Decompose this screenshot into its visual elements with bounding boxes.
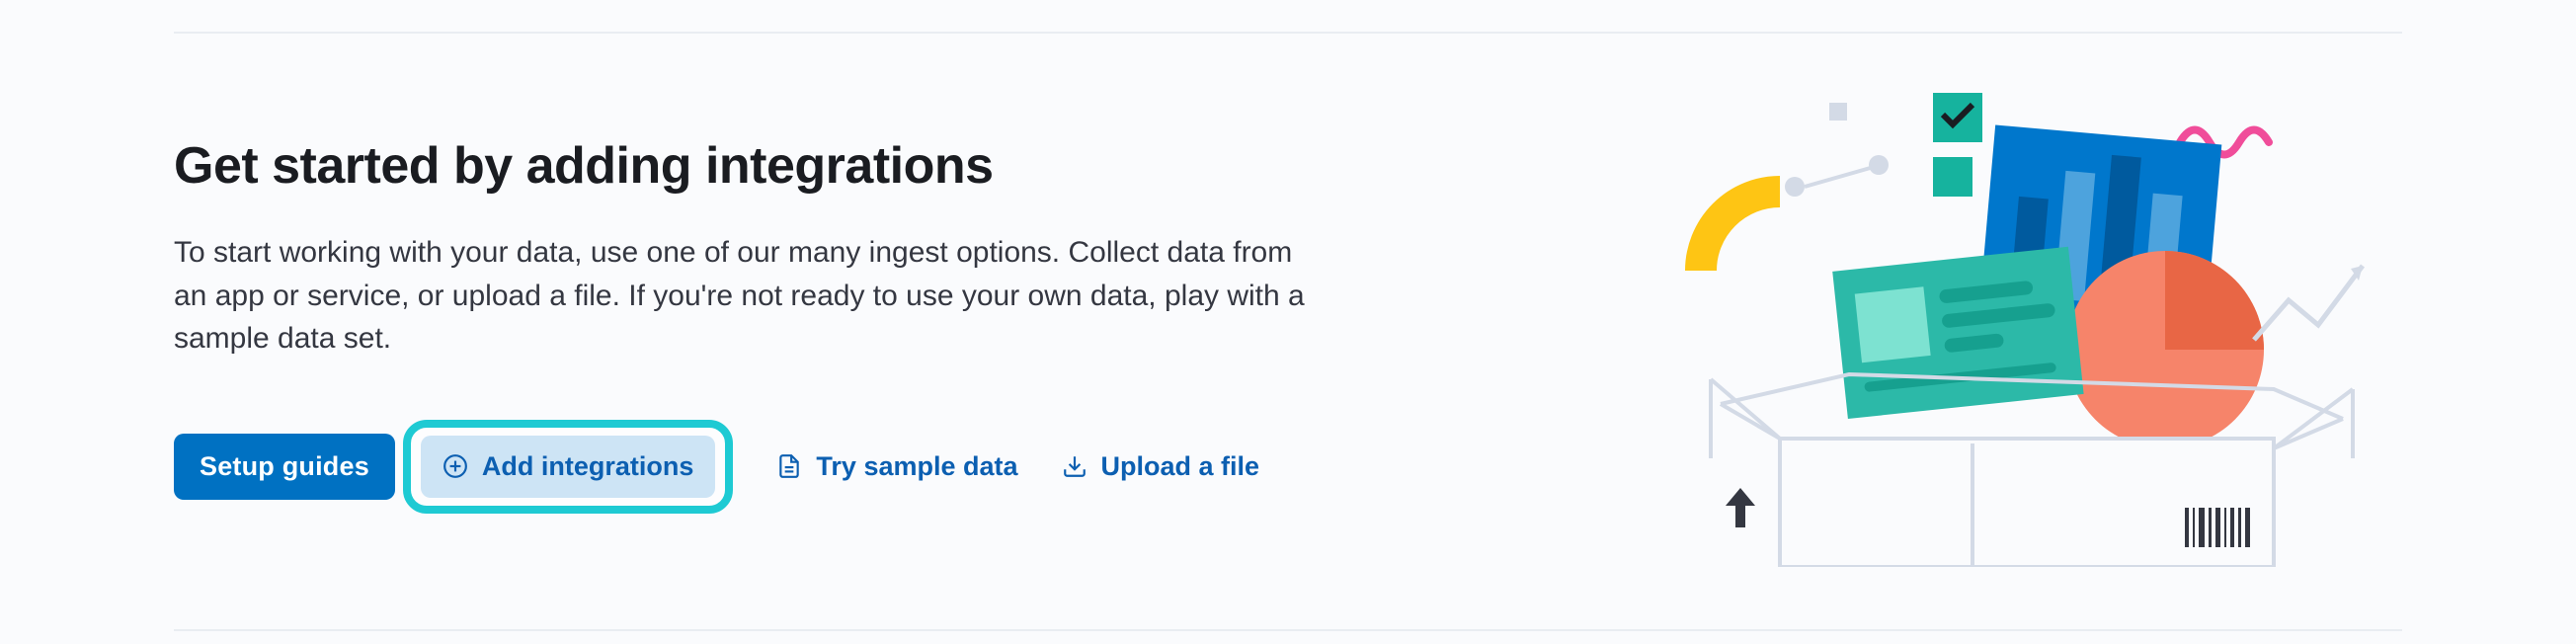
panel-title: Get started by adding integrations — [174, 136, 1409, 196]
plus-circle-icon — [443, 453, 468, 479]
try-sample-data-label: Try sample data — [816, 451, 1017, 482]
add-integrations-label: Add integrations — [482, 451, 694, 482]
download-icon — [1062, 453, 1087, 479]
action-row: Setup guides Add integrations — [174, 420, 1409, 514]
getting-started-panel: Get started by adding integrations To st… — [174, 32, 2402, 631]
document-icon — [776, 453, 802, 479]
upload-file-button[interactable]: Upload a file — [1062, 440, 1260, 494]
panel-description: To start working with your data, use one… — [174, 231, 1329, 361]
highlight-ring: Add integrations — [403, 420, 734, 514]
setup-guides-button[interactable]: Setup guides — [174, 434, 395, 500]
upload-file-label: Upload a file — [1101, 451, 1260, 482]
try-sample-data-button[interactable]: Try sample data — [776, 440, 1017, 494]
add-integrations-button[interactable]: Add integrations — [421, 436, 716, 498]
decorative-illustration — [1582, 93, 2402, 567]
